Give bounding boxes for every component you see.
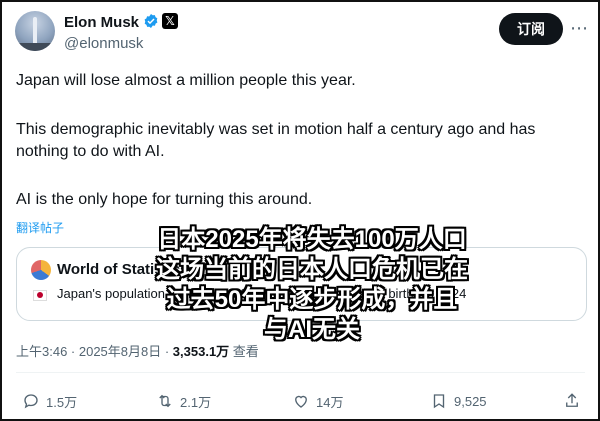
repost-icon: [159, 394, 171, 408]
post-timestamp[interactable]: 上午3:46 · 2025年8月8日 ·: [16, 344, 173, 359]
translate-post-link[interactable]: 翻译帖子: [16, 219, 64, 236]
more-options-icon[interactable]: ⋯: [570, 18, 589, 39]
repost-count: 2.1万: [180, 394, 212, 410]
overlay-line-4: 与AI无关: [264, 316, 360, 343]
bookmark-count: 9,525: [454, 393, 487, 409]
japan-flag-icon: [33, 290, 47, 301]
bookmark-button[interactable]: 9,525: [430, 391, 487, 411]
author-handle[interactable]: @elonmusk: [64, 35, 143, 52]
divider: [16, 372, 585, 373]
tweet-paragraph-1: Japan will lose almost a million people …: [16, 72, 356, 89]
verified-badge-icon: [144, 14, 158, 28]
views-count: 3,353.1万: [172, 344, 230, 359]
views-label: 查看: [229, 344, 259, 359]
like-button[interactable]: 14万: [292, 391, 343, 411]
overlay-line-3: 过去50年中逐步形成，并且: [166, 286, 458, 313]
bookmark-icon: [433, 394, 445, 409]
repost-button[interactable]: 2.1万: [156, 391, 211, 411]
reply-button[interactable]: 1.5万: [22, 391, 77, 411]
overlay-line-2: 这场当前的日本人口危机已在: [156, 256, 468, 283]
like-count: 14万: [316, 394, 344, 410]
ground-graphic: [15, 43, 55, 51]
author-name[interactable]: Elon Musk: [64, 14, 139, 31]
avatar[interactable]: [15, 11, 55, 51]
x-logo-icon: 𝕏: [162, 13, 178, 29]
overlay-line-1: 日本2025年将失去100万人口: [157, 226, 467, 253]
source-logo-icon: [31, 260, 51, 280]
reply-icon: [24, 394, 38, 409]
overlay-caption: 日本2025年将失去100万人口 这场当前的日本人口危机已在 过去50年中逐步形…: [126, 225, 498, 345]
reply-count: 1.5万: [46, 394, 78, 410]
tweet-paragraph-2: This demographic inevitably was set in m…: [16, 121, 536, 160]
heart-icon: [295, 395, 307, 408]
tweet-paragraph-3: AI is the only hope for turning this aro…: [16, 191, 313, 208]
share-button[interactable]: [563, 391, 587, 411]
subscribe-button[interactable]: 订阅: [499, 13, 563, 45]
share-icon: [566, 393, 578, 407]
